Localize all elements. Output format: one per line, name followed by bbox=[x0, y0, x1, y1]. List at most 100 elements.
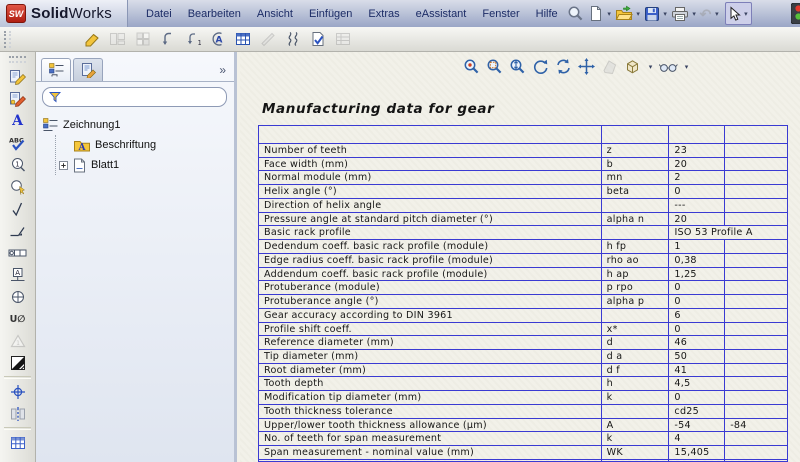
table-row[interactable]: Modification tip diameter (mm)k0 bbox=[259, 390, 787, 404]
value2-cell[interactable] bbox=[725, 391, 787, 404]
value-cell[interactable]: -54 bbox=[669, 419, 725, 432]
table-row[interactable]: Direction of helix angle--- bbox=[259, 198, 787, 212]
design-checker-icon[interactable] bbox=[305, 28, 330, 50]
select-tool-button[interactable]: ▾ bbox=[725, 2, 752, 25]
symbol-cell[interactable]: b bbox=[602, 158, 670, 171]
value2-cell[interactable] bbox=[725, 268, 787, 281]
param-name-cell[interactable]: Pressure angle at standard pitch diamete… bbox=[259, 213, 602, 226]
menu-bearbeiten[interactable]: Bearbeiten bbox=[180, 3, 249, 25]
param-name-cell[interactable]: Protuberance angle (°) bbox=[259, 295, 602, 308]
symbol-cell[interactable]: h ap bbox=[602, 268, 670, 281]
tree-item-sheet1[interactable]: Blatt1 bbox=[59, 155, 232, 175]
value-cell[interactable]: 1,25 bbox=[669, 268, 725, 281]
table-row[interactable]: Reference diameter (mm)d46 bbox=[259, 335, 787, 349]
display-style-dropdown[interactable]: ▾ bbox=[646, 63, 655, 71]
value2-cell[interactable] bbox=[725, 254, 787, 267]
tree-item-drawing-root[interactable]: Zeichnung1 bbox=[42, 115, 232, 135]
table-row[interactable]: No. of teeth for span measurementk4 bbox=[259, 431, 787, 445]
annotation-toolbar-drag-handle[interactable] bbox=[9, 56, 26, 63]
param-name-cell[interactable]: Edge radius coeff. basic rack profile (m… bbox=[259, 254, 602, 267]
graphics-area[interactable]: ▾▾ Manufacturing data for gear Number of… bbox=[240, 52, 800, 462]
param-name-cell[interactable]: Profile shift coeff. bbox=[259, 323, 602, 336]
redraw-icon[interactable] bbox=[554, 57, 573, 76]
menu-ansicht[interactable]: Ansicht bbox=[249, 3, 301, 25]
surface-finish-icon[interactable] bbox=[3, 198, 33, 220]
value2-cell[interactable] bbox=[725, 158, 787, 171]
value2-cell[interactable] bbox=[725, 350, 787, 363]
symbol-cell[interactable] bbox=[602, 226, 670, 239]
value-cell[interactable]: 15,405 bbox=[669, 446, 725, 459]
datum-target-icon[interactable] bbox=[3, 286, 33, 308]
save-icon[interactable] bbox=[643, 3, 661, 25]
symbol-cell[interactable]: alpha p bbox=[602, 295, 670, 308]
table-row[interactable]: Addendum coeff. basic rack profile (modu… bbox=[259, 267, 787, 281]
text-a-icon[interactable]: A bbox=[3, 110, 33, 132]
value-cell[interactable]: --- bbox=[669, 199, 725, 212]
save-dropdown[interactable]: ▾ bbox=[661, 10, 670, 18]
value-cell[interactable]: 0 bbox=[669, 323, 725, 336]
value2-cell[interactable] bbox=[725, 199, 787, 212]
menu-datei[interactable]: Datei bbox=[138, 3, 180, 25]
geometric-tolerance-icon[interactable] bbox=[3, 242, 33, 264]
zoom-in-out-icon[interactable] bbox=[508, 57, 527, 76]
open-icon[interactable] bbox=[614, 3, 634, 25]
value-cell[interactable]: 4,5 bbox=[669, 377, 725, 390]
symbol-cell[interactable]: d f bbox=[602, 364, 670, 377]
value-cell[interactable]: 0 bbox=[669, 185, 725, 198]
param-name-cell[interactable]: Span measurement - nominal value (mm) bbox=[259, 446, 602, 459]
symbol-cell[interactable]: rho ao bbox=[602, 254, 670, 267]
break-view-icon[interactable] bbox=[280, 28, 305, 50]
value-cell[interactable]: 41 bbox=[669, 364, 725, 377]
symbol-cell[interactable] bbox=[602, 199, 670, 212]
symbol-cell[interactable] bbox=[602, 309, 670, 322]
menu-hilfe[interactable]: Hilfe bbox=[528, 3, 566, 25]
table-row[interactable]: Tip diameter (mm)d a50 bbox=[259, 349, 787, 363]
menu-einfuegen[interactable]: Einfügen bbox=[301, 3, 360, 25]
param-name-cell[interactable]: Gear accuracy according to DIN 3961 bbox=[259, 309, 602, 322]
print-icon[interactable] bbox=[670, 3, 690, 25]
traffic-light-icon[interactable] bbox=[791, 3, 800, 29]
value2-cell[interactable] bbox=[725, 405, 787, 418]
table-row[interactable]: Tooth depthh4,5 bbox=[259, 376, 787, 390]
symbol-cell[interactable]: x* bbox=[602, 323, 670, 336]
new-document-dropdown[interactable]: ▾ bbox=[605, 10, 614, 18]
symbol-cell[interactable]: d a bbox=[602, 350, 670, 363]
value-cell[interactable]: 6 bbox=[669, 309, 725, 322]
table-row[interactable]: Span measurement - nominal value (mm)WK1… bbox=[259, 445, 787, 459]
symbol-cell[interactable] bbox=[602, 405, 670, 418]
display-style-icon[interactable] bbox=[623, 57, 642, 76]
value2-cell[interactable] bbox=[725, 377, 787, 390]
param-name-cell[interactable]: Root diameter (mm) bbox=[259, 364, 602, 377]
table-row[interactable]: Protuberance (module)p rpo0 bbox=[259, 280, 787, 294]
value-cell[interactable]: 46 bbox=[669, 336, 725, 349]
symbol-cell[interactable]: z bbox=[602, 144, 670, 157]
center-mark-icon[interactable] bbox=[3, 381, 33, 403]
param-name-cell[interactable]: Addendum coeff. basic rack profile (modu… bbox=[259, 268, 602, 281]
param-name-cell[interactable]: Normal module (mm) bbox=[259, 171, 602, 184]
table-row[interactable]: Edge radius coeff. basic rack profile (m… bbox=[259, 253, 787, 267]
table-row[interactable]: Tooth thickness tolerancecd25 bbox=[259, 404, 787, 418]
filter-input[interactable] bbox=[65, 89, 226, 105]
hide-show-items-dropdown[interactable]: ▾ bbox=[682, 63, 691, 71]
param-name-cell[interactable]: Face width (mm) bbox=[259, 158, 602, 171]
menu-fenster[interactable]: Fenster bbox=[474, 3, 527, 25]
param-name-cell[interactable]: Tooth depth bbox=[259, 377, 602, 390]
value2-cell[interactable] bbox=[725, 309, 787, 322]
hide-show-items-icon[interactable] bbox=[659, 57, 678, 76]
spell-check-icon[interactable]: ABC bbox=[3, 132, 33, 154]
open-dropdown[interactable]: ▾ bbox=[634, 10, 643, 18]
menu-extras[interactable]: Extras bbox=[360, 3, 407, 25]
param-name-cell[interactable]: Tooth thickness tolerance bbox=[259, 405, 602, 418]
table-header-row[interactable] bbox=[259, 126, 787, 143]
table-row[interactable]: Root diameter (mm)d f41 bbox=[259, 363, 787, 377]
table-row[interactable]: Number of teethz23 bbox=[259, 143, 787, 157]
tab-featuremanager[interactable] bbox=[41, 58, 71, 81]
value-cell[interactable]: 23 bbox=[669, 144, 725, 157]
search-icon[interactable] bbox=[566, 3, 585, 25]
toolbar-drag-handle[interactable] bbox=[4, 31, 11, 48]
param-name-cell[interactable]: No. of teeth for span measurement bbox=[259, 432, 602, 445]
expander-plus-icon[interactable] bbox=[59, 161, 68, 170]
symbol-cell[interactable]: WK bbox=[602, 446, 670, 459]
note-icon[interactable] bbox=[3, 66, 33, 88]
print-dropdown[interactable]: ▾ bbox=[690, 10, 699, 18]
